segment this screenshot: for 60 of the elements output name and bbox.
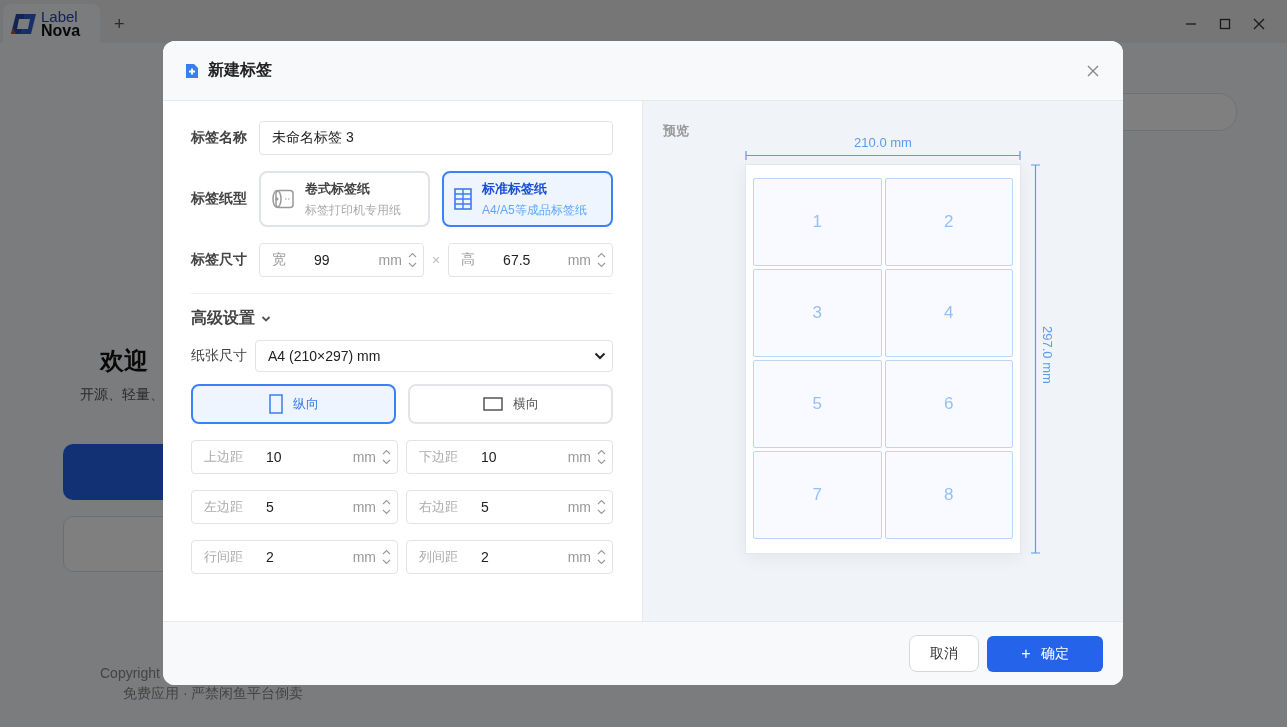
logo-icon xyxy=(10,11,38,36)
maximize-icon[interactable] xyxy=(1219,18,1231,30)
label-cell: 3 xyxy=(753,269,882,357)
dialog-title: 新建标签 xyxy=(208,60,272,80)
label-cell: 1 xyxy=(753,178,882,266)
logo-text: Label xyxy=(41,9,78,24)
spinner-icon[interactable] xyxy=(407,252,417,268)
grid-icon xyxy=(454,188,472,210)
spinner-icon[interactable] xyxy=(597,449,606,465)
cancel-button[interactable]: 取消 xyxy=(909,635,979,672)
width-dimension: 210.0 mm xyxy=(854,135,912,151)
section-title: 高级设置 xyxy=(191,308,255,328)
spinner-icon[interactable] xyxy=(382,499,391,515)
landscape-icon xyxy=(482,397,503,411)
name-field[interactable]: 未命名标签 3 xyxy=(259,121,613,155)
confirm-button[interactable]: + 确定 xyxy=(987,635,1103,672)
paper-type-option[interactable]: 标准标签纸 A4/A5等成品标签纸 xyxy=(442,171,613,227)
times-sign: × xyxy=(431,252,441,268)
orientation-option[interactable]: 纵向 xyxy=(191,384,396,424)
close-icon[interactable] xyxy=(1087,64,1099,77)
field-label: 标签名称 xyxy=(191,129,248,147)
size-field[interactable]: 宽 99 mm xyxy=(259,243,424,277)
size-field[interactable]: 高 67.5 mm xyxy=(448,243,613,277)
roll-icon xyxy=(271,189,295,209)
spacing-field[interactable]: 行间距 2 mm xyxy=(191,540,398,574)
height-dimension: 297.0 mm xyxy=(1040,326,1055,384)
orientation-option[interactable]: 横向 xyxy=(408,384,613,424)
label-cell: 7 xyxy=(753,451,882,539)
label-cell: 5 xyxy=(753,360,882,448)
welcome-heading: 欢迎 xyxy=(100,346,148,376)
spacing-field[interactable]: 列间距 2 mm xyxy=(406,540,613,574)
label-cell: 8 xyxy=(884,451,1013,539)
portrait-icon xyxy=(268,394,283,414)
label-cell: 6 xyxy=(884,360,1013,448)
label-cell: 4 xyxy=(884,269,1013,357)
label-cell: 2 xyxy=(884,178,1013,266)
paper-type-option[interactable]: 卷式标签纸 标签打印机专用纸 xyxy=(259,171,430,227)
field-label: 纸张尺寸 xyxy=(191,347,248,365)
notice-text: 免费应用 · 严禁闲鱼平台倒卖 xyxy=(123,685,304,703)
new-file-icon xyxy=(185,62,199,79)
field-label: 标签尺寸 xyxy=(191,251,248,269)
spinner-icon[interactable] xyxy=(597,549,606,565)
copyright-text: Copyright xyxy=(100,665,160,681)
close-icon[interactable] xyxy=(1253,18,1265,30)
paper-size-select[interactable]: A4 (210×297) mm xyxy=(255,340,613,372)
spinner-icon[interactable] xyxy=(382,549,391,565)
spacing-field[interactable]: 右边距 5 mm xyxy=(406,490,613,524)
dropdown-chevron-icon xyxy=(594,352,606,360)
logo-text: Nova xyxy=(41,23,81,38)
welcome-subtitle: 开源、轻量、 xyxy=(80,386,164,404)
preview-label: 预览 xyxy=(663,123,689,138)
chevron-icon[interactable] xyxy=(261,314,271,323)
spacing-field[interactable]: 上边距 10 mm xyxy=(191,440,398,474)
spacing-field[interactable]: 下边距 10 mm xyxy=(406,440,613,474)
spinner-icon[interactable] xyxy=(597,499,606,515)
spinner-icon[interactable] xyxy=(382,449,391,465)
field-label: 标签纸型 xyxy=(191,190,248,208)
spacing-field[interactable]: 左边距 5 mm xyxy=(191,490,398,524)
app-tab[interactable]: Label Nova xyxy=(3,4,100,43)
spinner-icon[interactable] xyxy=(597,252,606,268)
